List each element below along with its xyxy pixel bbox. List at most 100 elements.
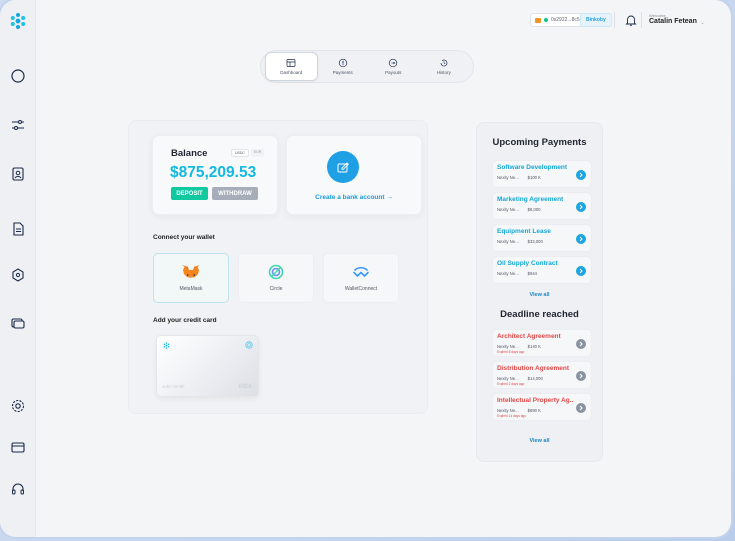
wallet-address-pill[interactable]: 0x2922...8c51 <box>530 13 588 27</box>
connected-dot-icon <box>544 18 548 22</box>
upcoming-payment-item[interactable]: Marketing Agreement Nexity Ne... $8,000 <box>492 192 592 220</box>
chevron-right-icon[interactable] <box>576 339 586 349</box>
deadline-amount: $140 K <box>527 344 541 349</box>
chevron-right-icon[interactable] <box>576 234 586 244</box>
wallet-option-walletconnect[interactable]: WalletConnect <box>323 253 399 303</box>
cards-icon[interactable] <box>9 314 27 332</box>
wallet-label: Circle <box>269 286 283 292</box>
app-logo[interactable] <box>9 12 27 30</box>
withdraw-button[interactable]: WITHDRAW <box>212 187 258 200</box>
user-name[interactable]: Catalin Fetean <box>649 18 697 25</box>
settings-icon[interactable] <box>9 397 27 415</box>
upcoming-payments-title: Upcoming Payments <box>492 137 587 148</box>
card-logo-icon <box>163 342 170 349</box>
dashboard-panel: Balance USDC EUR $875,209.53 DEPOSIT WIT… <box>128 120 428 414</box>
tab-dashboard[interactable]: Dashboard <box>265 52 318 81</box>
deposit-button[interactable]: DEPOSIT <box>171 187 208 200</box>
payments-side-panel: Upcoming Payments Software Development N… <box>476 122 603 462</box>
circle-icon <box>268 264 284 280</box>
bank-edit-icon <box>327 151 359 183</box>
metamask-small-icon <box>535 17 541 23</box>
wallet-option-metamask[interactable]: MetaMask <box>153 253 229 303</box>
topbar: 0x2922...8c51 Binkoby Welcome Catalin Fe… <box>36 0 731 40</box>
chevron-right-icon[interactable] <box>576 202 586 212</box>
expired-label: Expired 14 days ago <box>497 414 527 418</box>
expired-label: Expired 2 days ago <box>497 382 525 386</box>
wallet-label: WalletConnect <box>344 286 378 292</box>
filters-icon[interactable] <box>9 116 27 134</box>
payment-title: Oil Supply Contract <box>497 260 558 267</box>
tab-payments[interactable]: Payments <box>318 52 369 81</box>
deadline-item[interactable]: Distribution Agreement Nexity Ne... $14,0… <box>492 361 592 389</box>
network-icon[interactable] <box>9 266 27 284</box>
deadline-title: Architect Agreement <box>497 333 561 340</box>
upcoming-payment-item[interactable]: Software Development Nexity Ne... $100 K <box>492 160 592 188</box>
deadline-company: Nexity Ne... <box>497 344 519 349</box>
payment-amount: $944 <box>527 271 537 276</box>
currency-toggle: USDC EUR <box>231 149 265 157</box>
currency-option-eur[interactable]: EUR <box>250 149 265 157</box>
payment-title: Marketing Agreement <box>497 196 564 203</box>
payment-amount: $32,000 <box>527 239 543 244</box>
payments-icon <box>338 58 347 68</box>
circle-menu-icon[interactable] <box>9 67 27 85</box>
create-bank-account-link[interactable]: Create a bank account → <box>287 194 421 201</box>
divider <box>641 12 642 28</box>
wallet-address: 0x2922...8c51 <box>551 17 583 23</box>
upcoming-view-all-link[interactable]: View all <box>477 292 602 298</box>
payment-title: Software Development <box>497 164 568 171</box>
deadline-company: Nexity Ne... <box>497 408 519 413</box>
document-icon[interactable] <box>9 220 27 238</box>
tab-label: Payouts <box>385 70 402 75</box>
payment-amount: $100 K <box>527 175 541 180</box>
contacts-icon[interactable] <box>9 165 27 183</box>
chevron-right-icon[interactable] <box>576 266 586 276</box>
deadline-title: Distribution Agreement <box>497 365 569 372</box>
payment-company: Nexity Ne... <box>497 239 519 244</box>
balance-card: Balance USDC EUR $875,209.53 DEPOSIT WIT… <box>152 135 278 215</box>
main-tabs: Dashboard Payments Payouts History <box>260 50 474 83</box>
expired-label: Expired 6 days ago <box>497 350 525 354</box>
payment-amount: $8,000 <box>527 207 541 212</box>
payment-title: Equipment Lease <box>497 228 551 235</box>
deadline-amount: $890 K <box>527 408 541 413</box>
network-badge[interactable]: Binkoby <box>580 13 612 27</box>
app-window: 0x2922...8c51 Binkoby Welcome Catalin Fe… <box>0 0 731 537</box>
history-icon <box>440 59 448 67</box>
tab-history[interactable]: History <box>419 52 470 81</box>
create-bank-account-card[interactable]: Create a bank account → <box>286 135 422 215</box>
connect-wallet-label: Connect your wallet <box>153 234 215 241</box>
balance-amount: $875,209.53 <box>170 164 257 181</box>
tab-label: History <box>436 70 451 75</box>
deadline-item[interactable]: Architect Agreement Nexity Ne... $140 K E… <box>492 329 592 357</box>
chevron-right-icon[interactable] <box>576 371 586 381</box>
chevron-right-icon[interactable] <box>576 170 586 180</box>
payment-company: Nexity Ne... <box>497 271 519 276</box>
deadline-view-all-link[interactable]: View all <box>477 438 602 444</box>
add-credit-card-label: Add your credit card <box>153 317 217 324</box>
card-brand: VISA <box>237 384 252 390</box>
tab-label: Dashboard <box>280 70 303 75</box>
credit-card[interactable]: John Smith VISA <box>156 335 259 397</box>
chevron-down-icon[interactable]: ⌄ <box>700 19 705 26</box>
deadline-amount: $14,000 <box>527 376 543 381</box>
upcoming-payment-item[interactable]: Oil Supply Contract Nexity Ne... $944 <box>492 256 592 284</box>
wallet-icon[interactable] <box>9 438 27 456</box>
bell-icon[interactable] <box>624 13 638 27</box>
sidebar <box>0 0 36 537</box>
currency-option-usdc[interactable]: USDC <box>231 149 249 157</box>
metamask-icon <box>182 265 200 278</box>
balance-title: Balance <box>171 148 208 159</box>
payouts-icon <box>389 58 398 68</box>
deadline-title: Intellectual Property Ag... <box>497 397 573 404</box>
deadline-reached-title: Deadline reached <box>500 309 579 320</box>
chevron-right-icon[interactable] <box>576 403 586 413</box>
wallet-option-circle[interactable]: Circle <box>238 253 314 303</box>
deadline-company: Nexity Ne... <box>497 376 519 381</box>
support-icon[interactable] <box>9 480 27 498</box>
contactless-icon <box>245 341 253 349</box>
upcoming-payment-item[interactable]: Equipment Lease Nexity Ne... $32,000 <box>492 224 592 252</box>
tab-payouts[interactable]: Payouts <box>368 52 419 81</box>
wallet-label: MetaMask <box>179 286 203 292</box>
deadline-item[interactable]: Intellectual Property Ag... Nexity Ne...… <box>492 393 592 421</box>
